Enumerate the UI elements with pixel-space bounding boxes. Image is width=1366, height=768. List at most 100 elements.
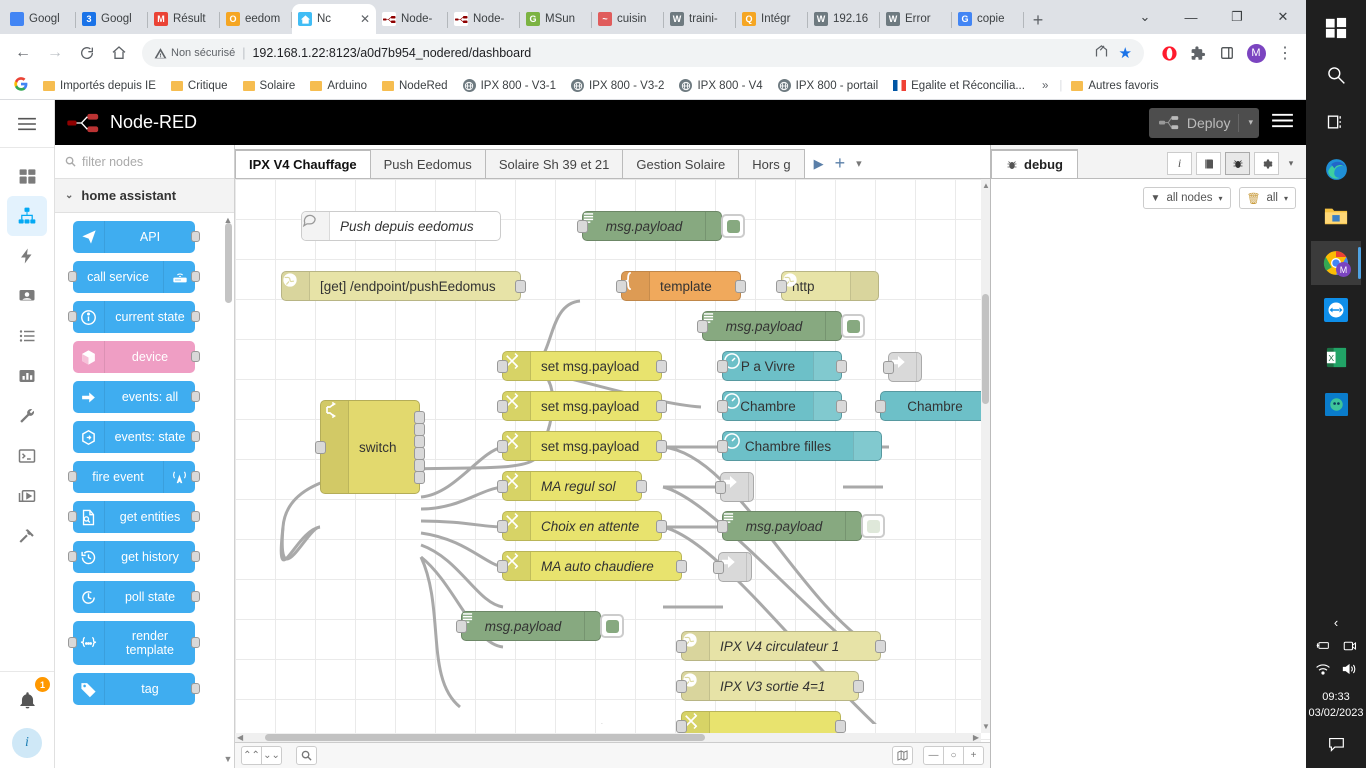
zoom-out-button[interactable]: — xyxy=(923,746,944,765)
bookmark-item[interactable]: Solaire xyxy=(237,77,302,95)
flow-node-ipx2[interactable]: IPX V3 sortie 4=1 xyxy=(681,671,859,701)
node-output-port[interactable] xyxy=(515,280,526,293)
node-input-port[interactable] xyxy=(497,480,508,493)
flow-tab-hors-g[interactable]: Hors g xyxy=(738,149,804,178)
browser-tab[interactable]: Gcopie xyxy=(952,4,1024,34)
canvas-scroll-down-icon[interactable]: ▼ xyxy=(982,722,990,731)
node-input-port[interactable] xyxy=(68,271,77,282)
node-input-port[interactable] xyxy=(717,440,728,453)
info-icon[interactable]: i xyxy=(1167,152,1192,175)
flow-node-dbg2[interactable]: msg.payload xyxy=(702,311,842,341)
node-output-port[interactable] xyxy=(656,400,667,413)
node-output-port[interactable] xyxy=(191,591,200,602)
zoom-reset-button[interactable]: ○ xyxy=(943,746,964,765)
deploy-button[interactable]: Deploy ▾ xyxy=(1149,108,1259,138)
flow-tabs-menu-icon[interactable]: ▾ xyxy=(856,157,862,170)
google-apps-icon[interactable] xyxy=(8,77,34,94)
node-input-port[interactable] xyxy=(456,620,467,633)
minimize-button[interactable]: — xyxy=(1168,0,1214,34)
palette-node-render-template[interactable]: render template xyxy=(73,621,195,665)
task-view-icon[interactable] xyxy=(1311,100,1361,144)
forward-button[interactable]: → xyxy=(40,38,70,68)
palette-scroll-down-icon[interactable]: ▼ xyxy=(223,754,233,764)
sidebar-item-overview[interactable] xyxy=(7,156,47,196)
browser-tab[interactable]: WError xyxy=(880,4,952,34)
usb-icon[interactable] xyxy=(1316,639,1332,656)
bookmark-item[interactable]: IPX 800 - V3-1 xyxy=(457,76,562,95)
flow-node-ch1[interactable]: set msg.payload xyxy=(502,351,662,381)
node-input-port[interactable] xyxy=(68,551,77,562)
node-input-port[interactable] xyxy=(68,637,77,648)
user-avatar[interactable]: i xyxy=(12,728,42,758)
node-input-port[interactable] xyxy=(315,441,326,454)
flow-tabs-scroll-right-icon[interactable]: ▶ xyxy=(814,156,824,172)
node-input-port[interactable] xyxy=(717,520,728,533)
flow-node-link2[interactable] xyxy=(718,552,752,582)
debug-toggle-button[interactable] xyxy=(861,514,885,538)
flow-node-template[interactable]: template xyxy=(621,271,741,301)
tray-expand-icon[interactable]: ‹ xyxy=(1334,607,1338,636)
palette-scrollbar[interactable] xyxy=(225,223,232,303)
canvas-scroll-right-icon[interactable]: ▶ xyxy=(973,733,979,742)
flow-node-http-resp[interactable]: http xyxy=(781,271,879,301)
node-input-port[interactable] xyxy=(616,280,627,293)
flow-node-link1[interactable] xyxy=(720,472,754,502)
flow-node-ch2[interactable]: set msg.payload xyxy=(502,391,662,421)
sidebar-menu-caret-icon[interactable]: ▾ xyxy=(1283,158,1299,169)
main-menu-icon[interactable] xyxy=(1271,112,1294,133)
ha-menu-button[interactable] xyxy=(0,100,54,147)
other-bookmarks-folder[interactable]: Autres favoris xyxy=(1065,77,1164,95)
flow-canvas[interactable]: Push depuis eedomusmsg.payload[get] /end… xyxy=(235,179,990,742)
sidebar-item-energy[interactable] xyxy=(7,236,47,276)
search-icon[interactable] xyxy=(1311,53,1361,97)
camera-icon[interactable] xyxy=(1342,639,1357,656)
flow-node-switch[interactable]: switch xyxy=(320,400,420,494)
node-output-port[interactable] xyxy=(676,560,687,573)
node-input-port[interactable] xyxy=(883,361,894,374)
volume-icon[interactable] xyxy=(1341,662,1357,679)
flow-tab-ipx-v4-chauffage[interactable]: IPX V4 Chauffage xyxy=(235,149,371,178)
filter-nodes-button[interactable]: ▼ all nodes ▾ xyxy=(1143,187,1231,209)
browser-tab[interactable]: MRésult xyxy=(148,4,220,34)
browser-tab[interactable]: W192.16 xyxy=(808,4,880,34)
node-input-port[interactable] xyxy=(676,680,687,693)
expand-all-button[interactable]: ⌄⌄ xyxy=(261,746,282,765)
node-output-port[interactable] xyxy=(656,520,667,533)
browser-tab[interactable]: Node- xyxy=(448,4,520,34)
teamviewer-icon[interactable] xyxy=(1311,288,1361,332)
debug-toggle-button[interactable] xyxy=(721,214,745,238)
palette-node-api[interactable]: API xyxy=(73,221,195,253)
profile-icon[interactable]: M xyxy=(1243,40,1269,66)
flow-node-ch5[interactable]: Choix en attente xyxy=(502,511,662,541)
bookmark-item[interactable]: IPX 800 - V4 xyxy=(673,76,768,95)
node-input-port[interactable] xyxy=(676,720,687,733)
close-tab-icon[interactable]: ✕ xyxy=(360,12,370,26)
browser-tab[interactable]: Nc✕ xyxy=(292,4,376,34)
flow-node-dbg1[interactable]: msg.payload xyxy=(582,211,722,241)
node-output-port[interactable] xyxy=(191,551,200,562)
node-output-port[interactable] xyxy=(414,471,425,484)
browser-tab[interactable]: Node- xyxy=(376,4,448,34)
palette-node-events-state[interactable]: events: state xyxy=(73,421,195,453)
browser-tab[interactable]: Wtraini- xyxy=(664,4,736,34)
node-output-port[interactable] xyxy=(636,480,647,493)
palette-node-get-entities[interactable]: get entities xyxy=(73,501,195,533)
reload-button[interactable] xyxy=(72,38,102,68)
address-bar[interactable]: Non sécurisé | 192.168.1.22:8123/a0d7b95… xyxy=(142,39,1144,67)
flow-node-chambre[interactable]: Chambre xyxy=(722,391,842,421)
sidebar-item-terminal[interactable] xyxy=(7,436,47,476)
node-input-port[interactable] xyxy=(875,400,886,413)
node-output-port[interactable] xyxy=(835,720,846,733)
zoom-in-button[interactable]: + xyxy=(963,746,984,765)
node-output-port[interactable] xyxy=(191,311,200,322)
debug-icon[interactable] xyxy=(1225,152,1250,175)
file-explorer-icon[interactable] xyxy=(1311,194,1361,238)
bookmark-item[interactable]: IPX 800 - portail xyxy=(772,76,884,95)
node-output-port[interactable] xyxy=(191,231,200,242)
flow-node-chambre2[interactable]: Chambre xyxy=(880,391,990,421)
tab-debug[interactable]: debug xyxy=(991,149,1078,178)
browser-tab[interactable]: GMSun xyxy=(520,4,592,34)
edge-icon[interactable] xyxy=(1311,147,1361,191)
chrome-icon[interactable]: M xyxy=(1311,241,1361,285)
node-output-port[interactable] xyxy=(735,280,746,293)
